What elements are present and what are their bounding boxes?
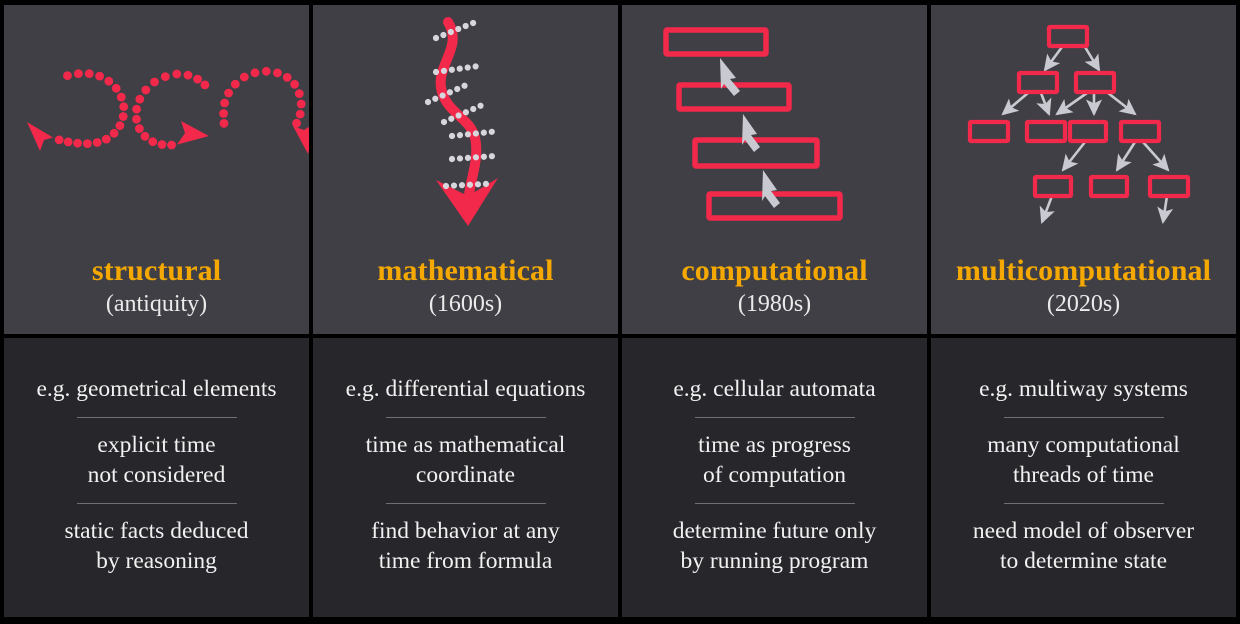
- top-panel-mathematical: mathematical (1600s): [313, 5, 618, 334]
- column-period: (antiquity): [105, 290, 208, 317]
- note-divider: [385, 503, 546, 505]
- note-example: e.g. multiway systems: [979, 375, 1188, 402]
- note-method: determine future only by running program: [672, 518, 877, 575]
- note-divider: [694, 503, 855, 505]
- note-divider: [76, 416, 237, 418]
- column-period: (2020s): [1046, 290, 1121, 317]
- top-panel-computational: computational (1980s): [622, 5, 927, 334]
- notes-panel-mathematical: e.g. differential equations time as math…: [313, 338, 618, 617]
- notes-panel-structural: e.g. geometrical elements explicit time …: [4, 338, 309, 617]
- column-period: (1980s): [737, 290, 812, 317]
- note-method: static facts deduced by reasoning: [64, 518, 249, 575]
- note-divider: [76, 503, 237, 505]
- note-method: find behavior at any time from formula: [371, 518, 560, 575]
- notes-panel-multicomputational: e.g. multiway systems many computational…: [931, 338, 1236, 617]
- note-divider: [694, 416, 855, 418]
- paradigms-comparison-board: structural (antiquity) mathematical (160…: [0, 0, 1240, 624]
- multiway-graph-icon: [931, 5, 1236, 243]
- wavy-time-arrow-icon: [313, 5, 618, 243]
- note-divider: [385, 416, 546, 418]
- note-example: e.g. geometrical elements: [36, 375, 277, 402]
- notes-panel-computational: e.g. cellular automata time as progress …: [622, 338, 927, 617]
- note-time-treatment: time as mathematical coordinate: [365, 431, 566, 488]
- note-divider: [1003, 503, 1164, 505]
- title-group-multicomputational: multicomputational (2020s): [956, 254, 1211, 334]
- dotted-circular-arrows-icon: [4, 5, 309, 243]
- top-panel-structural: structural (antiquity): [4, 5, 309, 334]
- note-time-treatment: time as progress of computation: [698, 431, 851, 488]
- column-title: multicomputational: [955, 254, 1212, 288]
- top-panel-multicomputational: multicomputational (2020s): [931, 5, 1236, 334]
- note-example: e.g. cellular automata: [673, 375, 876, 402]
- note-time-treatment: many computational threads of time: [987, 431, 1180, 488]
- column-title: structural: [91, 254, 222, 288]
- note-divider: [1003, 416, 1164, 418]
- column-title: computational: [681, 254, 868, 288]
- title-group-mathematical: mathematical (1600s): [377, 254, 553, 334]
- title-group-structural: structural (antiquity): [92, 254, 221, 334]
- cascading-steps-icon: [622, 5, 927, 243]
- note-example: e.g. differential equations: [345, 375, 586, 402]
- note-time-treatment: explicit time not considered: [87, 431, 226, 488]
- column-title: mathematical: [377, 254, 554, 288]
- note-method: need model of observer to determine stat…: [972, 518, 1195, 575]
- title-group-computational: computational (1980s): [681, 254, 867, 334]
- column-period: (1600s): [428, 290, 503, 317]
